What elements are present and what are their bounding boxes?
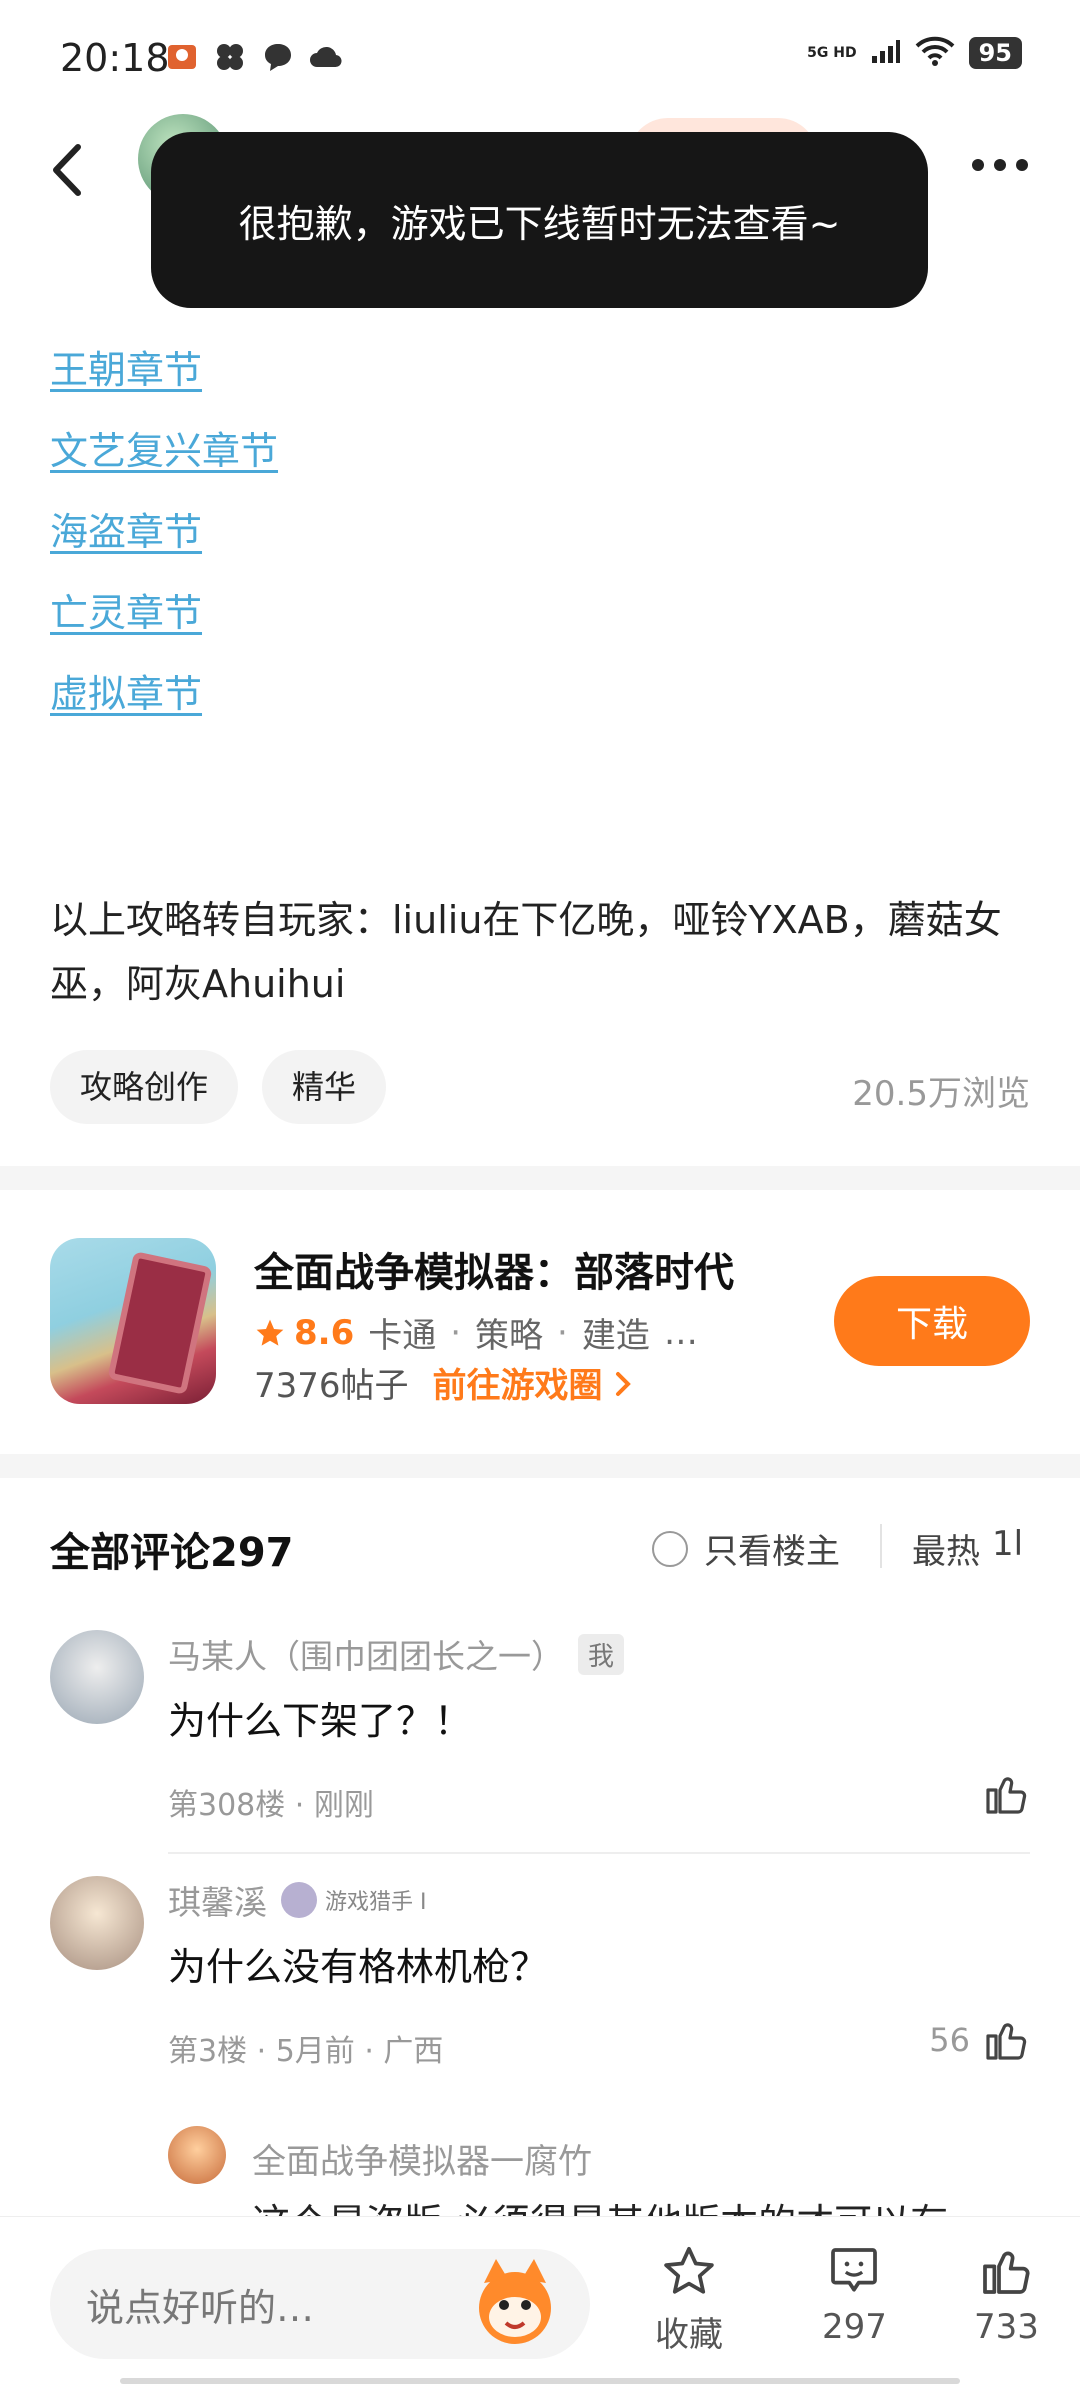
dot-icon (972, 159, 984, 171)
section-divider (0, 1454, 1080, 1478)
offline-toast: 很抱歉，游戏已下线暂时无法查看~ (151, 132, 928, 308)
dot-icon (1016, 159, 1028, 171)
signal-icon (871, 38, 901, 68)
commenter-avatar[interactable] (50, 1630, 144, 1724)
cloud-icon (309, 40, 343, 74)
download-button[interactable]: 下载 (834, 1276, 1030, 1366)
game-hunter-badge: 游戏猎手 I (281, 1882, 426, 1918)
post-tags: 攻略创作 精华 (50, 1050, 387, 1124)
chapter-link-undead[interactable]: 亡灵章节 (50, 581, 278, 662)
sort-icon: 1l (992, 1524, 1024, 1564)
sort-dropdown[interactable]: 最热 1l (912, 1524, 1023, 1573)
likes-count: 733 (974, 2307, 1039, 2347)
game-icon[interactable] (50, 1238, 216, 1404)
radio-icon (652, 1530, 688, 1567)
view-count: 20.5万浏览 (852, 1074, 1030, 1114)
commenter-avatar[interactable] (50, 1876, 144, 1970)
mascot-emoji-button[interactable] (470, 2253, 560, 2353)
comment-meta: 第308楼 · 刚刚 (168, 1788, 374, 1823)
gesture-bar[interactable] (120, 2378, 960, 2384)
notification-icons (165, 40, 343, 74)
tag-featured[interactable]: 精华 (262, 1050, 387, 1124)
thumbs-up-icon (986, 1777, 1027, 1814)
like-count: 56 (929, 2021, 970, 2059)
commenter-name[interactable]: 马某人（围巾团团长之一） (168, 1630, 564, 1678)
badge-label: 游戏猎手 I (325, 1890, 427, 1915)
game-meta: 8.6 卡通 · 策略 · 建造 … (254, 1308, 698, 1357)
me-badge: 我 (578, 1633, 625, 1675)
game-rating: 8.6 (254, 1313, 354, 1353)
game-title[interactable]: 全面战争模拟器：部落时代 (254, 1240, 734, 1298)
chapter-links: 王朝章节 文艺复兴章节 海盗章节 亡灵章节 虚拟章节 (50, 338, 278, 743)
genre-separator: · (557, 1312, 568, 1353)
goto-game-circle-link[interactable]: 前往游戏圈 (433, 1358, 633, 1407)
like-button[interactable] (970, 1770, 1030, 1818)
like-button[interactable]: 56 (929, 2016, 1030, 2064)
wifi-icon (915, 36, 955, 70)
commenter-name-row: 琪馨溪 游戏猎手 I (168, 1876, 426, 1924)
chevron-left-icon (53, 144, 81, 196)
replier-avatar[interactable] (168, 2126, 226, 2184)
replier-name[interactable]: 全面战争模拟器一腐竹 (252, 2134, 592, 2183)
chat-bubble-icon (261, 40, 295, 74)
status-right: 5G HD 95 (807, 36, 1022, 70)
chapter-link-virtual[interactable]: 虚拟章节 (50, 662, 278, 743)
commenter-name[interactable]: 琪馨溪 (168, 1876, 267, 1924)
comment-item: 琪馨溪 游戏猎手 I 为什么没有格林机枪？ 第3楼 · 5月前 · 广西 56 (50, 1876, 1030, 2069)
comment-icon (831, 2248, 878, 2292)
goto-game-circle-label: 前往游戏圈 (432, 1366, 603, 1406)
thumbs-up-icon (983, 2251, 1031, 2294)
header-separator (880, 1524, 882, 1568)
favorite-button[interactable]: 收藏 (655, 2243, 723, 2356)
post-count: 7376帖子 (254, 1366, 409, 1406)
owner-only-label: 只看楼主 (704, 1532, 840, 1572)
genre-more: … (663, 1312, 698, 1353)
game-posts-row: 7376帖子 前往游戏圈 (254, 1358, 632, 1407)
comment-text[interactable]: 为什么没有格林机枪？ (168, 1936, 548, 1991)
like-post-button[interactable]: 733 (974, 2243, 1039, 2347)
chapter-link-pirate[interactable]: 海盗章节 (50, 500, 278, 581)
genre-strategy: 策略 (475, 1316, 544, 1356)
tag-guide-creation[interactable]: 攻略创作 (50, 1050, 239, 1124)
favorite-label: 收藏 (655, 2315, 723, 2355)
rating-value: 8.6 (294, 1312, 355, 1353)
dot-icon (994, 159, 1006, 171)
section-divider (0, 1166, 1080, 1190)
badge-icon (281, 1882, 317, 1918)
genre-separator: · (450, 1312, 462, 1353)
pinwheel-icon (213, 40, 247, 74)
genre-building: 建造 (581, 1316, 650, 1356)
sort-label: 最热 (912, 1532, 980, 1572)
comment-separator (168, 1852, 1030, 1854)
star-outline-icon (664, 2246, 714, 2294)
battery-level: 95 (968, 37, 1022, 69)
more-options-button[interactable] (960, 140, 1040, 190)
credit-text: 以上攻略转自玩家：liuliu在下亿晚，哑铃YXAB，蘑菇女巫，阿灰Ahuihu… (50, 898, 1002, 1006)
comments-count: 297 (822, 2307, 887, 2347)
mascot-icon (479, 2259, 551, 2344)
comments-title: 全部评论297 (50, 1530, 294, 1576)
genre-cartoon: 卡通 (368, 1316, 437, 1356)
comment-text[interactable]: 为什么下架了？！ (168, 1690, 472, 1745)
comment-item: 马某人（围巾团团长之一） 我 为什么下架了？！ 第308楼 · 刚刚 (50, 1630, 1030, 1823)
chevron-right-icon (616, 1372, 632, 1396)
thumbs-up-icon (986, 2023, 1027, 2060)
owner-only-toggle[interactable]: 只看楼主 (652, 1524, 840, 1573)
commenter-name-row: 马某人（围巾团团长之一） 我 (168, 1630, 625, 1678)
comment-meta: 第3楼 · 5月前 · 广西 (168, 2034, 444, 2069)
app-notification-icon (165, 40, 199, 74)
chapter-link-dynasty[interactable]: 王朝章节 (50, 338, 278, 419)
status-time: 20:18 (60, 36, 170, 80)
network-label: 5G HD (807, 45, 857, 61)
comments-button[interactable]: 297 (822, 2243, 887, 2347)
comment-input-placeholder: 说点好听的… (86, 2285, 315, 2330)
chapter-link-renaissance[interactable]: 文艺复兴章节 (50, 419, 278, 500)
star-icon (256, 1319, 284, 1346)
bottom-action-bar: 说点好听的… 收藏 297 733 (0, 2216, 1080, 2388)
status-bar: 20:18 5G HD 95 (0, 0, 1080, 110)
back-button[interactable] (40, 135, 100, 205)
